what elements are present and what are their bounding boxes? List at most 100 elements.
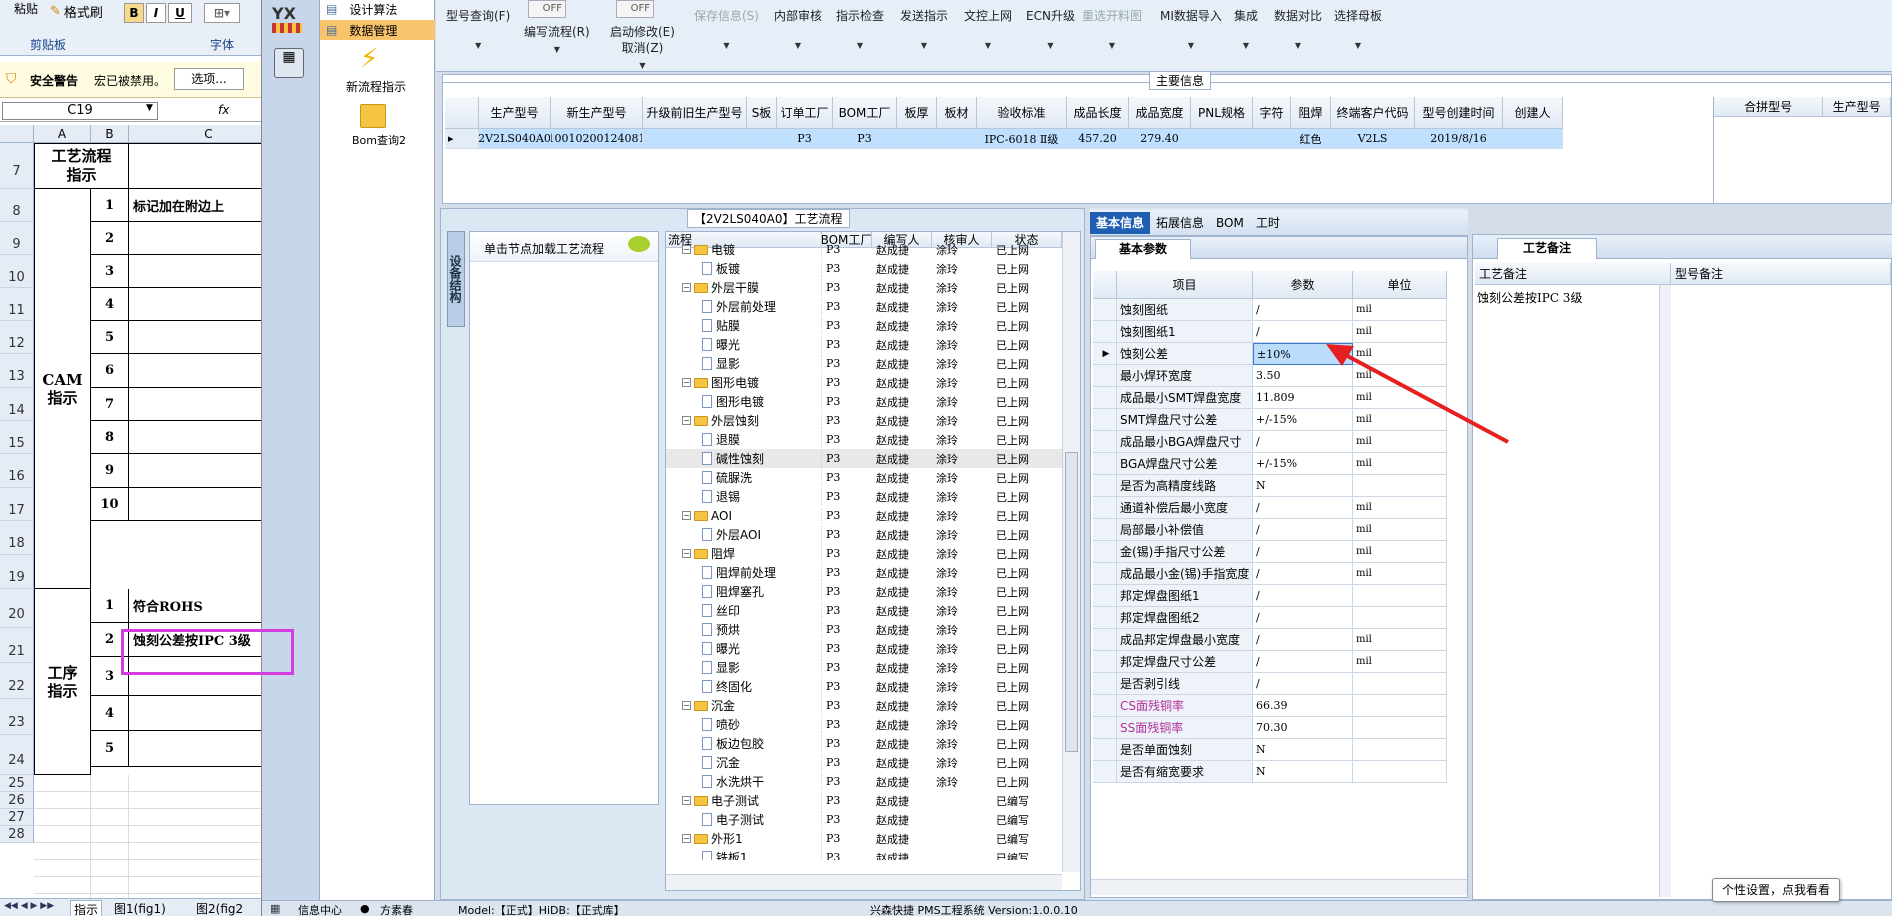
- flow-node[interactable]: 丝印: [666, 602, 822, 619]
- row-header[interactable]: 14: [0, 388, 34, 421]
- detail-param-value[interactable]: /: [1253, 563, 1353, 585]
- toolbar-button[interactable]: 编写流程(R) ▼: [524, 24, 590, 58]
- row-header[interactable]: 12: [0, 321, 34, 354]
- main-info-column-header[interactable]: BOM工厂: [833, 97, 897, 129]
- flow-node[interactable]: 板镀: [666, 260, 822, 277]
- detail-column-header[interactable]: 单位: [1353, 271, 1447, 299]
- main-info-column-header[interactable]: 成品宽度: [1129, 97, 1191, 129]
- borders-button[interactable]: ⊞▾: [204, 3, 240, 23]
- process-item-text[interactable]: [129, 696, 261, 731]
- flow-node[interactable]: 板边包胶: [666, 735, 822, 752]
- cam-item-number[interactable]: 8: [91, 421, 129, 454]
- main-info-cell[interactable]: IPC-6018 Ⅱ级: [977, 129, 1067, 149]
- row-header[interactable]: 24: [0, 735, 34, 775]
- detail-tab[interactable]: 工时: [1250, 212, 1286, 234]
- main-info-column-header[interactable]: 新生产型号: [551, 97, 643, 129]
- detail-row[interactable]: 金(锡)手指尺寸公差 / mil: [1093, 541, 1447, 563]
- tab-process-remarks[interactable]: 工艺备注: [1497, 238, 1597, 259]
- new-flow-link[interactable]: 新流程指示: [346, 78, 406, 95]
- row-header[interactable]: 10: [0, 255, 34, 288]
- flow-tree-row[interactable]: 外层前处理 P3 赵成捷 涂玲 已上网: [666, 297, 1080, 316]
- row-header[interactable]: 28: [0, 826, 34, 843]
- empty-cell[interactable]: [34, 860, 91, 877]
- merged-model-column-header[interactable]: 生产型号: [1823, 97, 1891, 117]
- main-info-cell[interactable]: P3: [777, 129, 833, 149]
- cam-item-text[interactable]: [129, 421, 261, 454]
- format-painter-button[interactable]: ✎ 格式刷: [50, 2, 103, 21]
- flow-tree-row[interactable]: 电子测试 P3 赵成捷 已编写: [666, 810, 1080, 829]
- empty-cell[interactable]: [91, 826, 129, 843]
- process-remarks-text[interactable]: 蚀刻公差按IPC 3级: [1477, 289, 1582, 306]
- nav-item-design[interactable]: ▤ 设计算法: [320, 0, 435, 18]
- bom-query-link[interactable]: Bom查询2: [352, 132, 406, 148]
- detail-row[interactable]: 是否剥引线 /: [1093, 673, 1447, 695]
- main-info-cell[interactable]: P3: [833, 129, 897, 149]
- main-info-column-header[interactable]: 验收标准: [977, 97, 1067, 129]
- detail-row[interactable]: 是否单面蚀刻 N: [1093, 739, 1447, 761]
- detail-param-value[interactable]: /: [1253, 585, 1353, 607]
- cam-item-text[interactable]: [129, 388, 261, 421]
- collapse-icon[interactable]: −: [682, 245, 691, 254]
- cam-item-number[interactable]: 7: [91, 388, 129, 421]
- main-info-cell[interactable]: 10010200124081: [551, 129, 643, 149]
- main-info-cell[interactable]: [1191, 129, 1253, 149]
- detail-row[interactable]: 邦定焊盘尺寸公差 / mil: [1093, 651, 1447, 673]
- empty-cell[interactable]: [34, 877, 91, 894]
- cam-item-text[interactable]: [129, 454, 261, 488]
- flow-tree-row[interactable]: − AOI P3 赵成捷 涂玲 已上网: [666, 506, 1080, 525]
- nav-item-data-management[interactable]: ▤ 数据管理: [320, 20, 435, 40]
- toolbar-button[interactable]: 启动修改(E) 取消(Z) ▼: [610, 24, 675, 74]
- sheet-tab-2[interactable]: 图1(fig1): [114, 900, 166, 916]
- toolbar-button[interactable]: 数据对比 ▼: [1274, 8, 1322, 54]
- main-info-cell[interactable]: V2LS: [1331, 129, 1415, 149]
- row-indicator[interactable]: ▸: [445, 129, 479, 149]
- detail-param-value[interactable]: N: [1253, 739, 1353, 761]
- detail-row[interactable]: CS面残铜率 66.39: [1093, 695, 1447, 717]
- flow-tree-row[interactable]: 硫脲洗 P3 赵成捷 涂玲 已上网: [666, 468, 1080, 487]
- toolbar-button[interactable]: 内部审核 ▼: [774, 8, 822, 54]
- column-header-b[interactable]: B: [91, 125, 129, 143]
- toolbar-button[interactable]: 型号查询(F) ▼: [446, 8, 510, 54]
- flow-tree-row[interactable]: − 外层蚀刻 P3 赵成捷 涂玲 已上网: [666, 411, 1080, 430]
- toolbar-button[interactable]: 指示检查 ▼: [836, 8, 884, 54]
- empty-cell[interactable]: [129, 775, 261, 792]
- cam-label-cell[interactable]: CAM 指示: [34, 189, 91, 589]
- flow-node[interactable]: 碱性蚀刻: [666, 450, 822, 467]
- process-label-cell[interactable]: 工序 指示: [34, 589, 91, 775]
- lightning-icon[interactable]: ⚡: [360, 44, 378, 74]
- main-info-column-header[interactable]: 订单工厂: [777, 97, 833, 129]
- row-header[interactable]: 22: [0, 663, 34, 699]
- toggle-off-1[interactable]: OFF: [528, 0, 566, 18]
- remarks-scrollbar[interactable]: [1659, 285, 1671, 897]
- name-box[interactable]: C19: [2, 102, 158, 120]
- flow-tree-row[interactable]: 预烘 P3 赵成捷 涂玲 已上网: [666, 620, 1080, 639]
- flow-node[interactable]: 外层AOI: [666, 526, 822, 543]
- sheet-tab-3[interactable]: 图2(fig2: [196, 900, 243, 916]
- flow-node[interactable]: 喷砂: [666, 716, 822, 733]
- row-header[interactable]: 9: [0, 222, 34, 255]
- flow-node[interactable]: 电子测试: [666, 811, 822, 828]
- cam-item-number[interactable]: 3: [91, 255, 129, 288]
- cam-item-text[interactable]: [129, 321, 261, 354]
- process-item-number[interactable]: 5: [91, 731, 129, 767]
- process-item-text[interactable]: 符合ROHS: [129, 589, 261, 623]
- empty-cell[interactable]: [91, 792, 129, 809]
- sheet-tab-1[interactable]: 指示: [70, 900, 103, 916]
- detail-column-header[interactable]: 参数: [1253, 271, 1353, 299]
- toolbar-button[interactable]: 发送指示 ▼: [900, 8, 948, 54]
- side-tab-equipment[interactable]: 设备结构: [447, 231, 465, 327]
- detail-row[interactable]: 成品最小金(锡)手指宽度 / mil: [1093, 563, 1447, 585]
- flow-tree-row[interactable]: 丝印 P3 赵成捷 涂玲 已上网: [666, 601, 1080, 620]
- process-header-blank[interactable]: [129, 143, 261, 189]
- paste-button[interactable]: 粘贴: [14, 0, 38, 17]
- empty-cell[interactable]: [34, 826, 91, 843]
- flow-node[interactable]: 终固化: [666, 678, 822, 695]
- detail-param-value[interactable]: N: [1253, 475, 1353, 497]
- flow-tree-row[interactable]: 板边包胶 P3 赵成捷 涂玲 已上网: [666, 734, 1080, 753]
- flow-node[interactable]: 曝光: [666, 336, 822, 353]
- detail-row[interactable]: 邦定焊盘图纸2/: [1093, 607, 1447, 629]
- toolbar-button[interactable]: 保存信息(S) ▼: [694, 8, 759, 54]
- toolbar-button[interactable]: 集成 ▼: [1234, 8, 1258, 54]
- flow-node[interactable]: − AOI: [666, 508, 822, 523]
- process-header-cell[interactable]: 工艺流程 指示: [34, 143, 129, 189]
